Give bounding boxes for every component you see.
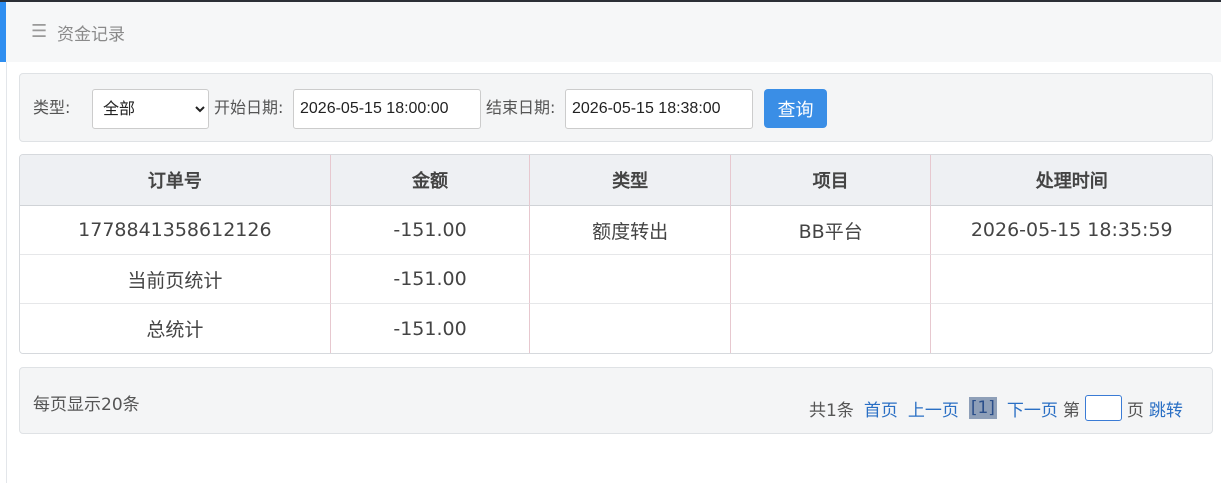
page-header: ☰ 资金记录: [6, 2, 1221, 62]
col-order-no: 订单号: [20, 155, 331, 206]
goto-page-input[interactable]: [1084, 395, 1122, 421]
prev-page-link[interactable]: 上一页: [908, 396, 959, 421]
start-date-input[interactable]: [293, 89, 481, 129]
page-summary-row: 当前页统计 -151.00: [20, 255, 1212, 304]
col-item: 项目: [730, 155, 932, 206]
start-date-label: 开始日期:: [214, 98, 284, 117]
cell-empty: [730, 304, 932, 353]
cell-process-time: 2026-05-15 18:35:59: [931, 206, 1212, 255]
cell-order-no: 1778841358612126: [20, 206, 331, 255]
cell-type: 额度转出: [530, 206, 731, 255]
pagination-controls: 共1条 首页 上一页 [1] 下一页 第 页 跳转: [809, 395, 1183, 421]
filter-bar: 类型: 全部 开始日期: 结束日期: 查询: [19, 73, 1213, 142]
cell-empty: [931, 255, 1212, 304]
cell-empty: [730, 255, 932, 304]
cell-summary-label: 当前页统计: [20, 255, 331, 304]
left-border: [6, 62, 7, 483]
table-row: 1778841358612126 -151.00 额度转出 BB平台 2026-…: [20, 206, 1212, 255]
cell-empty: [530, 304, 731, 353]
current-page-indicator: [1]: [968, 397, 997, 419]
cell-empty: [530, 255, 731, 304]
total-summary-row: 总统计 -151.00: [20, 304, 1212, 353]
cell-summary-amount: -151.00: [330, 255, 531, 304]
query-button[interactable]: 查询: [764, 89, 827, 128]
col-amount: 金额: [330, 155, 531, 206]
menu-icon[interactable]: ☰: [31, 23, 49, 41]
next-page-link[interactable]: 下一页: [1007, 396, 1058, 421]
records-table: 订单号 金额 类型 项目 处理时间 1778841358612126 -151.…: [19, 154, 1213, 354]
cell-item: BB平台: [730, 206, 932, 255]
pagination-bar: 每页显示20条 共1条 首页 上一页 [1] 下一页 第 页 跳转: [19, 367, 1213, 434]
total-count: 共1条: [809, 400, 854, 421]
jump-link[interactable]: 跳转: [1149, 396, 1183, 421]
per-page-text: 每页显示20条: [33, 395, 140, 415]
first-page-link[interactable]: 首页: [864, 396, 898, 421]
end-date-label: 结束日期:: [486, 98, 556, 117]
col-type: 类型: [530, 155, 731, 206]
cell-empty: [931, 304, 1212, 353]
page-title: 资金记录: [57, 24, 125, 45]
table-header-row: 订单号 金额 类型 项目 处理时间: [20, 155, 1212, 206]
goto-suffix: 页: [1126, 400, 1144, 421]
cell-total-label: 总统计: [20, 304, 331, 353]
cell-amount: -151.00: [330, 206, 531, 255]
type-label: 类型:: [33, 98, 71, 117]
col-process-time: 处理时间: [931, 155, 1212, 206]
type-select[interactable]: 全部: [92, 89, 209, 129]
end-date-input[interactable]: [565, 89, 753, 129]
goto-prefix: 第: [1062, 400, 1080, 421]
cell-total-amount: -151.00: [330, 304, 531, 353]
